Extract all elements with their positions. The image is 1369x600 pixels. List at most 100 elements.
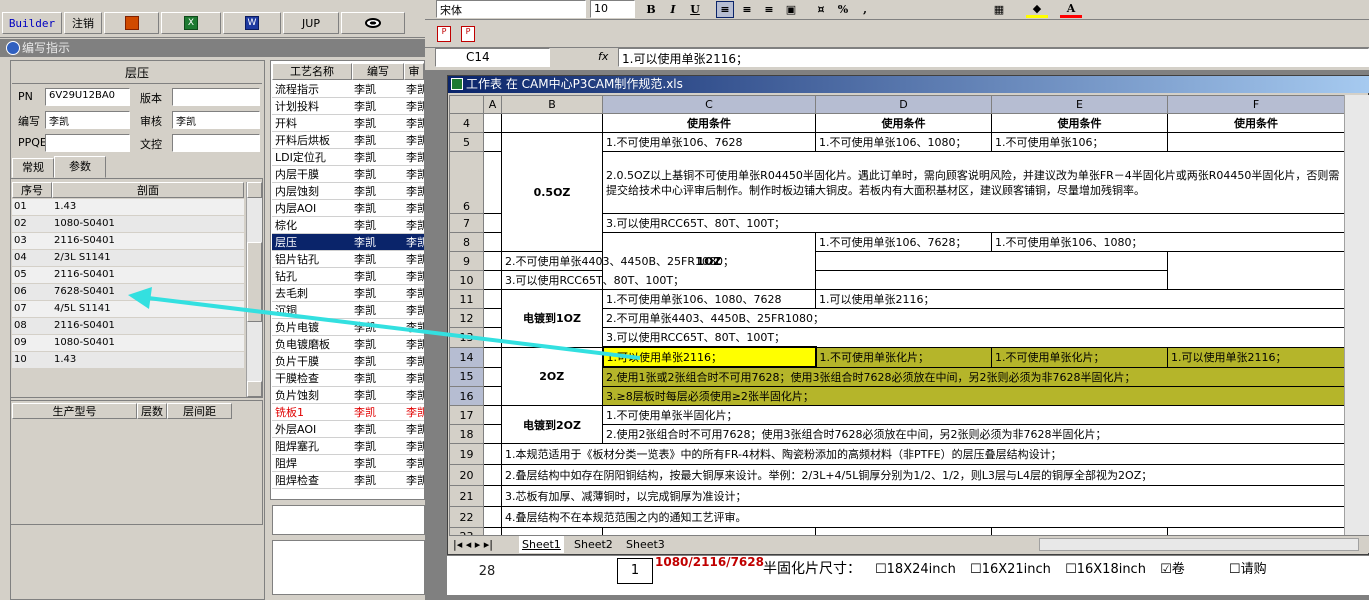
cell[interactable]: 1.不可使用单张106、1080； (991, 232, 1344, 252)
cell[interactable]: 1.不可使用单张化片； (815, 346, 992, 368)
process-row[interactable]: 棕化 李凯 李凯 (272, 217, 424, 234)
cell[interactable]: 1.不可使用单张106； (991, 132, 1168, 152)
cell[interactable]: 2.叠层结构中如存在阴阳铜结构，按最大铜厚来设计。举例：2/3L+4/5L铜厚分… (501, 464, 1344, 486)
grid-row[interactable]: 02 1080-S0401 (12, 216, 244, 233)
pn-field[interactable]: 6V29U12BA0 (45, 88, 130, 106)
col-header[interactable]: B (501, 95, 603, 114)
row-number[interactable]: 19 (449, 443, 484, 465)
cell[interactable]: 3.可以使用RCC65T、80T、100T； (602, 327, 1344, 348)
grid-row[interactable]: 07 4/5L S1141 (12, 301, 244, 318)
cell[interactable]: 1.不可使用单张化片； (991, 346, 1168, 368)
process-row[interactable]: 计划投料 李凯 李凯 (272, 98, 424, 115)
process-row[interactable]: 铣板1 李凯 李凯 (272, 404, 424, 421)
process-notes[interactable] (272, 505, 425, 535)
process-row[interactable]: 外层AOI 李凯 李凯 (272, 421, 424, 438)
grid-row[interactable]: 10 1.43 (12, 352, 244, 369)
process-row[interactable]: 去毛刺 李凯 李凯 (272, 285, 424, 302)
sheet-hscroll[interactable] (1039, 538, 1359, 551)
sheet-vscroll[interactable] (1344, 95, 1369, 535)
active-cell[interactable]: 1.可以使用单张2116； (601, 346, 817, 368)
cell[interactable]: 3.可以使用RCC65T、80T、100T； (501, 270, 1168, 290)
cell[interactable]: 4.叠层结构不在本规范范围之内的通知工艺评审。 (501, 506, 1344, 528)
cell[interactable]: 使用条件 (1167, 113, 1344, 133)
col-header[interactable]: D (815, 95, 992, 114)
cell[interactable]: 0.5OZ (501, 132, 603, 252)
powerpoint-icon[interactable] (104, 12, 159, 34)
control-field[interactable] (172, 134, 260, 152)
fill-color-icon[interactable]: ◆ (1026, 1, 1048, 18)
cell[interactable]: 1.可以使用单张2116； (815, 289, 1344, 309)
checkbox-icon[interactable]: ☐ (1229, 562, 1241, 577)
cell[interactable]: 电镀到1OZ (501, 289, 603, 348)
row-number[interactable]: 16 (449, 386, 484, 406)
row-number[interactable]: 10 (449, 270, 484, 290)
row-number[interactable]: 12 (449, 308, 484, 328)
grid-row[interactable]: 09 1080-S0401 (12, 335, 244, 352)
excel-icon[interactable]: X (161, 12, 221, 34)
cell[interactable]: 2.不可用单张4403、4450B、25FR1080； (602, 308, 1344, 328)
cell[interactable]: 1.不可使用单张半固化片； (602, 405, 1344, 425)
font-color-icon[interactable]: A (1060, 1, 1082, 18)
cell[interactable]: 使用条件 (602, 113, 816, 133)
grid-row[interactable]: 04 2/3L S1141 (12, 250, 244, 267)
pdf-convert-icon[interactable]: P (461, 26, 475, 42)
jup-button[interactable]: JUP (283, 12, 339, 34)
cell[interactable]: 2.0.5OZ以上基铜不可使用单张R04450半固化片。遇此订单时，需向顾客说明… (602, 151, 1344, 214)
ppqe-field[interactable] (45, 134, 130, 152)
sheet-tab-1[interactable]: Sheet1 (519, 536, 564, 553)
cell[interactable]: 1.本规范适用于《板材分类一览表》中的所有FR-4材料、陶瓷粉添加的高频材料（非… (501, 443, 1344, 465)
col-header[interactable]: E (991, 95, 1168, 114)
process-row[interactable]: 流程指示 李凯 李凯 (272, 81, 424, 98)
grid-row[interactable]: 03 2116-S0401 (12, 233, 244, 250)
writer-field[interactable]: 李凯 (45, 111, 130, 129)
merge-icon[interactable]: ▣ (782, 1, 800, 18)
process-row[interactable]: 钻孔 李凯 李凯 (272, 268, 424, 285)
checkbox-icon[interactable]: ☐ (875, 562, 887, 577)
checkbox-icon[interactable]: ☐ (970, 562, 982, 577)
process-row[interactable]: 沉铜 李凯 李凯 (272, 302, 424, 319)
row-number[interactable]: 22 (449, 506, 484, 528)
version-field[interactable] (172, 88, 260, 106)
row-number[interactable]: 13 (449, 327, 484, 348)
row-number[interactable]: 9 (449, 251, 484, 271)
process-row[interactable]: 阻焊检查 李凯 李凯 (272, 472, 424, 489)
process-row[interactable]: 内层AOI 李凯 李凯 (272, 200, 424, 217)
cell[interactable]: 1.不可使用单张106、1080、7628 (602, 289, 816, 309)
row-number[interactable]: 8 (449, 232, 484, 252)
comma-icon[interactable]: , (856, 1, 874, 18)
row-number[interactable]: 18 (449, 424, 484, 444)
col-header[interactable]: F (1167, 95, 1344, 114)
grid-row[interactable]: 01 1.43 (12, 199, 244, 216)
process-row[interactable]: 铝片钻孔 李凯 李凯 (272, 251, 424, 268)
tab-params[interactable]: 参数 (54, 156, 106, 178)
borders-icon[interactable]: ▦ (988, 1, 1010, 18)
col-header[interactable]: A (483, 95, 502, 114)
process-row[interactable]: 负电镀磨板 李凯 李凯 (272, 336, 424, 353)
row-number[interactable]: 14 (449, 346, 484, 368)
tab-nav-icon[interactable]: |◂ ◂ ▸ ▸| (453, 536, 493, 553)
process-notes-2[interactable] (272, 540, 425, 595)
underline-button[interactable]: U (686, 1, 704, 18)
sheet-tab-2[interactable]: Sheet2 (571, 536, 616, 553)
grid-row[interactable]: 06 7628-S0401 (12, 284, 244, 301)
row-number[interactable]: 15 (449, 366, 484, 387)
currency-icon[interactable]: ¤ (812, 1, 830, 18)
cell[interactable]: 1.可以使用单张2116； (1167, 346, 1344, 368)
row-number[interactable]: 20 (449, 464, 484, 486)
bold-button[interactable]: B (642, 1, 660, 18)
checkbox-icon[interactable]: ☐ (1065, 562, 1077, 577)
row-number[interactable]: 21 (449, 485, 484, 507)
percent-icon[interactable]: % (834, 1, 852, 18)
grid-row[interactable]: 08 2116-S0401 (12, 318, 244, 335)
word-icon[interactable]: W (223, 12, 281, 34)
checked-icon[interactable]: ☑ (1160, 562, 1172, 577)
review-field[interactable]: 李凯 (172, 111, 260, 129)
cell[interactable]: 1.不可使用单张106、7628； (815, 232, 992, 252)
size-select[interactable]: 10 (590, 0, 635, 18)
process-row[interactable]: 负片电镀 李凯 李凯 (272, 319, 424, 336)
cell[interactable]: 3.≥8层板时每层必须使用≥2张半固化片； (602, 386, 1344, 406)
grid-row[interactable]: 05 2116-S0401 (12, 267, 244, 284)
process-row[interactable]: 干膜检查 李凯 李凯 (272, 370, 424, 387)
name-box[interactable]: C14 (435, 48, 550, 67)
process-row[interactable]: 开料后烘板 李凯 李凯 (272, 132, 424, 149)
